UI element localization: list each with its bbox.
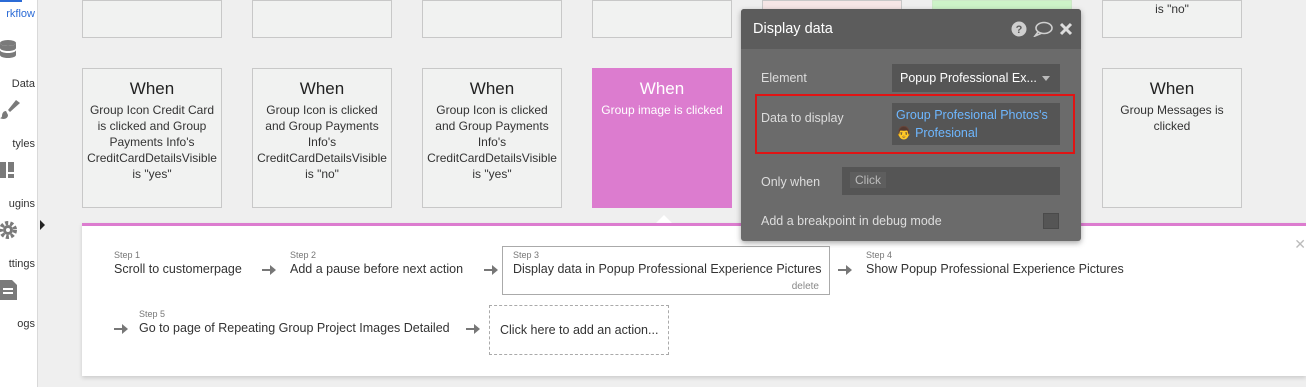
workflow-icon xyxy=(0,0,22,4)
close-icon[interactable]: ✕ xyxy=(1294,236,1306,253)
event-card-top[interactable] xyxy=(82,0,222,38)
event-card-when: When xyxy=(1149,79,1195,98)
event-card[interactable]: When Group Icon is clicked and Group Pay… xyxy=(422,68,562,208)
brush-icon xyxy=(0,100,20,119)
workflow-step[interactable]: Step 1 Scroll to customerpage xyxy=(114,250,242,277)
left-sidebar: rkflow Data tyles ugins ttings ogs xyxy=(0,0,38,387)
element-dropdown[interactable]: Popup Professional Ex... xyxy=(892,64,1060,92)
arrow-right-icon xyxy=(838,265,852,275)
event-card-top[interactable] xyxy=(422,0,562,38)
event-card[interactable]: When Group Icon is clicked and Group Pay… xyxy=(252,68,392,208)
sidebar-item-logs[interactable]: ogs xyxy=(0,278,38,334)
data-expression-line1: Group Profesional Photos's xyxy=(896,108,1048,122)
sidebar-item-label: Data xyxy=(11,78,35,90)
sidebar-item-settings[interactable]: ttings xyxy=(0,218,38,274)
step-title: Display data in Popup Professional Exper… xyxy=(513,262,822,276)
event-card-when: When xyxy=(469,79,515,98)
workflow-editor: rkflow Data tyles ugins ttings ogs is "n… xyxy=(0,0,1306,387)
event-card-top[interactable] xyxy=(252,0,392,38)
arrow-right-icon xyxy=(484,265,498,275)
event-card-top[interactable]: is "no" xyxy=(1102,0,1242,38)
element-label: Element xyxy=(761,71,807,85)
sidebar-item-label: ttings xyxy=(8,258,35,270)
document-icon xyxy=(0,280,17,300)
delete-step-link[interactable]: delete xyxy=(792,281,819,292)
workflow-step[interactable]: Step 5 Go to page of Repeating Group Pro… xyxy=(139,309,450,336)
workflow-step-selected[interactable]: Step 3 Display data in Popup Professiona… xyxy=(502,246,830,295)
step-title: Add a pause before next action xyxy=(290,262,464,276)
event-card-when: When xyxy=(299,79,345,98)
step-title: Show Popup Professional Experience Pictu… xyxy=(866,262,1124,276)
display-data-popup: Display data ? Element Popup Professiona… xyxy=(741,9,1081,241)
data-expression-line2-row: 👨 Profesional xyxy=(896,124,1056,142)
gear-icon xyxy=(0,221,17,239)
arrow-right-icon xyxy=(262,265,276,275)
sidebar-item-styles[interactable]: tyles xyxy=(0,98,38,154)
add-action-button[interactable]: Click here to add an action... xyxy=(489,305,669,355)
sidebar-item-label: ogs xyxy=(17,318,35,330)
step-title: Go to page of Repeating Group Project Im… xyxy=(139,321,450,335)
workflow-step[interactable]: Step 4 Show Popup Professional Experienc… xyxy=(866,250,1124,277)
chevron-down-icon xyxy=(1042,76,1050,81)
sidebar-item-label: ugins xyxy=(8,198,35,210)
event-card-when: When xyxy=(129,79,175,98)
step-number: Step 1 xyxy=(114,250,141,260)
plugins-icon xyxy=(0,162,14,178)
event-card-top[interactable] xyxy=(592,0,732,38)
arrow-right-icon xyxy=(114,324,128,334)
event-card[interactable]: When Group Messages is clicked xyxy=(1102,68,1242,208)
event-card-condition: Group Icon is clicked and Group Payments… xyxy=(257,103,387,181)
comment-icon[interactable] xyxy=(1033,21,1053,37)
breakpoint-label: Add a breakpoint in debug mode xyxy=(761,214,942,228)
person-icon: 👨 xyxy=(896,126,912,140)
sidebar-item-data[interactable]: Data xyxy=(0,38,38,94)
workflow-step[interactable]: Step 2 Add a pause before next action xyxy=(290,250,463,277)
step-number: Step 5 xyxy=(139,309,166,319)
sidebar-item-plugins[interactable]: ugins xyxy=(0,158,38,214)
event-card-condition: Group Messages is clicked xyxy=(1120,103,1224,133)
sidebar-item-label: rkflow xyxy=(6,8,35,20)
arrow-right-icon xyxy=(466,324,480,334)
svg-text:?: ? xyxy=(1016,24,1023,36)
only-when-placeholder[interactable]: Click xyxy=(850,172,886,188)
data-expression-line2: Profesional xyxy=(915,126,978,140)
step-number: Step 3 xyxy=(513,250,540,260)
help-icon[interactable]: ? xyxy=(1011,21,1027,37)
selected-event-notch xyxy=(656,215,672,223)
event-card[interactable]: When Group Icon Credit Card is clicked a… xyxy=(82,68,222,208)
only-when-label: Only when xyxy=(761,175,821,189)
data-to-display-label: Data to display xyxy=(761,111,844,125)
element-dropdown-value: Popup Professional Ex... xyxy=(900,71,1037,85)
popup-header: Display data ? xyxy=(741,9,1081,49)
database-icon xyxy=(0,40,16,58)
data-to-display-field[interactable]: Group Profesional Photos's 👨 Profesional xyxy=(892,103,1060,145)
close-popup-icon[interactable] xyxy=(1059,21,1073,37)
event-card-condition: Group image is clicked xyxy=(601,103,723,117)
event-card-condition: Group Icon Credit Card is clicked and Gr… xyxy=(87,103,217,181)
event-card-selected[interactable]: When Group image is clicked xyxy=(592,68,732,208)
collapse-arrow-icon[interactable] xyxy=(40,220,45,230)
event-card-when: When xyxy=(639,79,685,98)
sidebar-item-label: tyles xyxy=(12,138,35,150)
only-when-field[interactable]: Click xyxy=(842,167,1060,195)
step-number: Step 4 xyxy=(866,250,893,260)
step-number: Step 2 xyxy=(290,250,317,260)
event-card-condition: Group Icon is clicked and Group Payments… xyxy=(427,103,557,181)
step-title: Scroll to customerpage xyxy=(114,262,242,276)
popup-title: Display data xyxy=(753,21,833,37)
breakpoint-checkbox[interactable] xyxy=(1043,213,1059,229)
